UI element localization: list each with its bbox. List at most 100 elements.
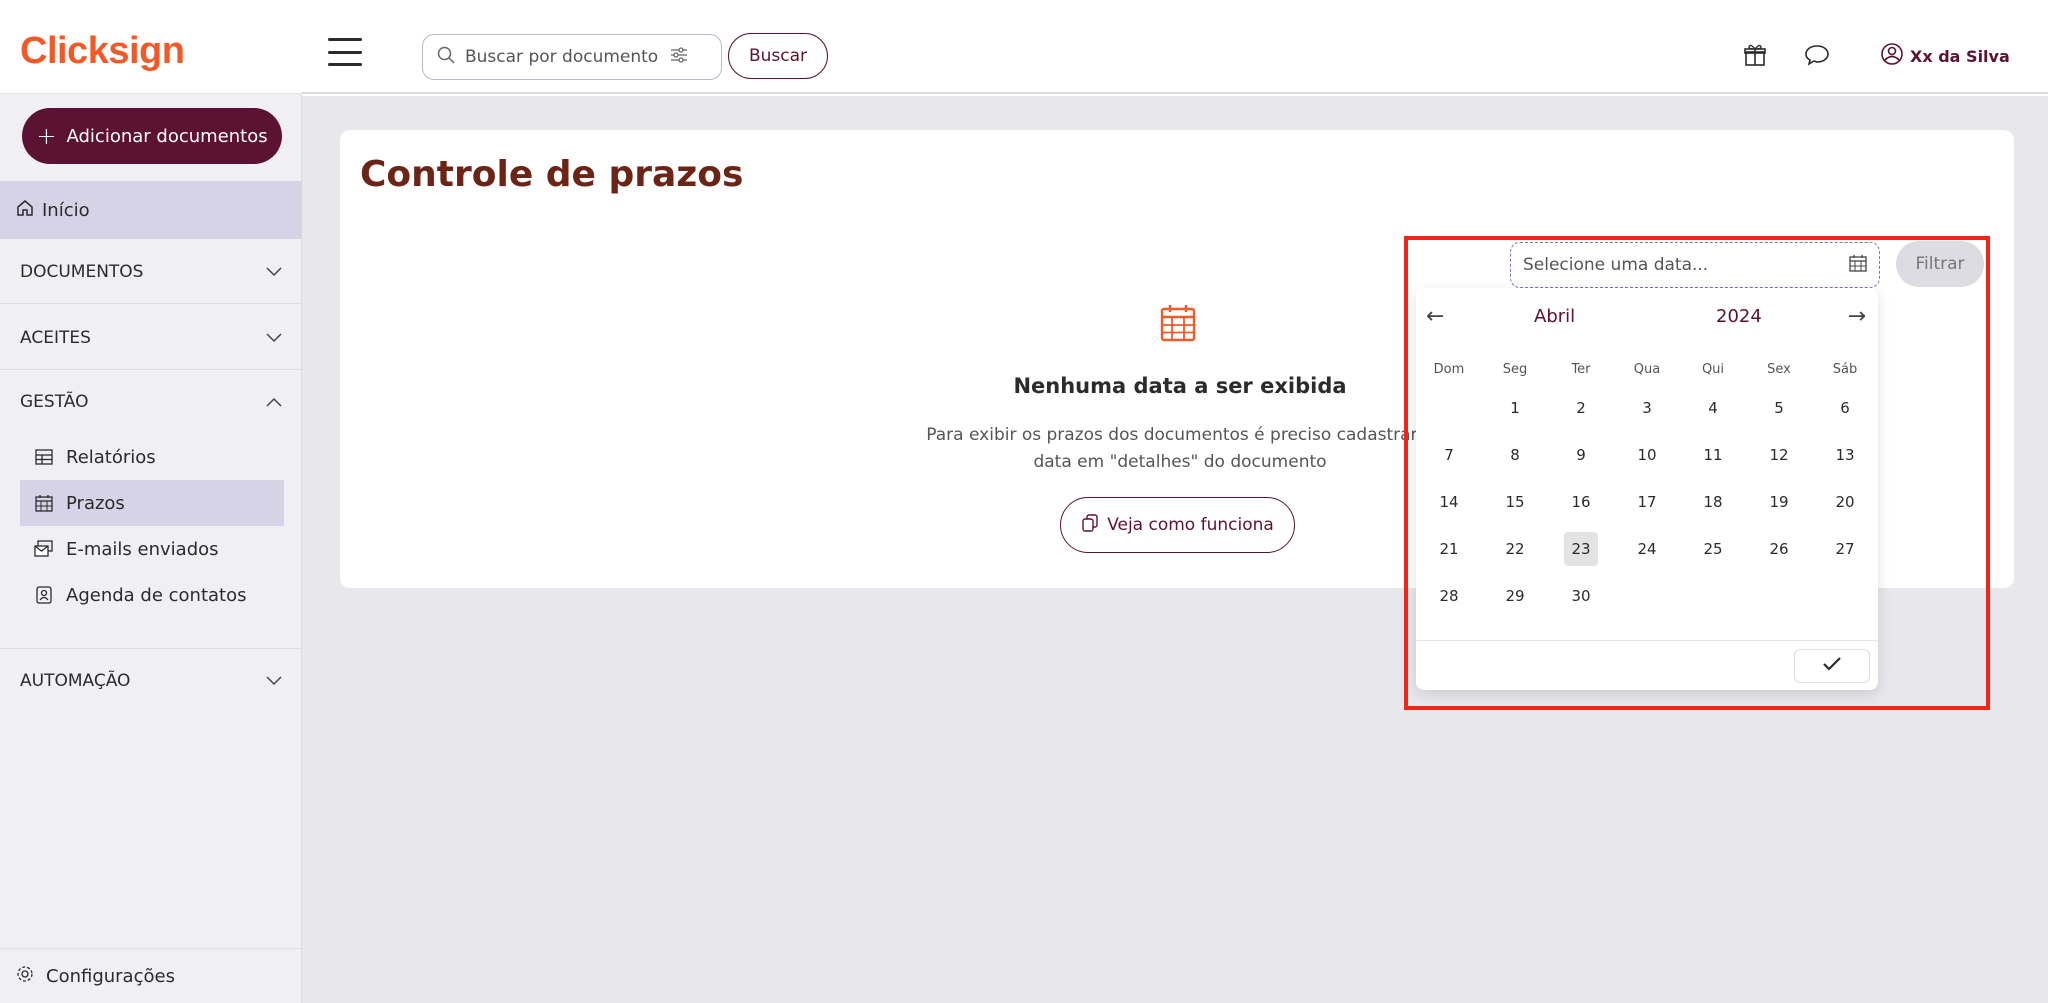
calendar-cell: 22 — [1482, 525, 1548, 572]
chat-icon[interactable] — [1802, 40, 1832, 70]
calendar-cell: 6 — [1812, 384, 1878, 431]
sidebar-item-inicio[interactable]: Início — [0, 181, 302, 239]
weekday-label: Qua — [1633, 361, 1661, 377]
calendar-cell: 29 — [1482, 572, 1548, 619]
help-button[interactable]: Veja como funciona — [1060, 497, 1295, 553]
date-input[interactable] — [1523, 255, 1823, 275]
sidebar-section-gestao[interactable]: GESTÃO — [0, 370, 302, 434]
calendar-day[interactable]: 22 — [1498, 532, 1532, 566]
calendar-cell: 23 — [1548, 525, 1614, 572]
calendar-cell: 13 — [1812, 431, 1878, 478]
calendar-cell: 7 — [1416, 431, 1482, 478]
calendar-cell: 19 — [1746, 478, 1812, 525]
sidebar-item-relatorios[interactable]: Relatórios — [20, 434, 284, 480]
mail-icon — [34, 539, 54, 559]
calendar-day[interactable]: 19 — [1762, 485, 1796, 519]
chevron-down-icon — [266, 328, 282, 348]
calendar-cell: 4 — [1680, 384, 1746, 431]
calendar-day[interactable]: 17 — [1630, 485, 1664, 519]
calendar-day[interactable]: 26 — [1762, 532, 1796, 566]
calendar-day[interactable]: 4 — [1696, 391, 1730, 425]
filter-icon[interactable] — [670, 46, 688, 68]
calendar-month[interactable]: Abril — [1534, 306, 1575, 327]
calendar-grid: Dom Seg Ter Qua Qui Sex Sáb 1 2 3 4 5 6 7 8 9 10 11 12 13 14… — [1416, 354, 1878, 619]
user-menu[interactable]: Xx da Silva — [1880, 42, 2010, 70]
calendar-day[interactable]: 9 — [1564, 438, 1598, 472]
sidebar-item-agenda-contatos[interactable]: Agenda de contatos — [20, 572, 284, 618]
calendar-day[interactable]: 28 — [1432, 579, 1466, 613]
calendar-day[interactable]: 16 — [1564, 485, 1598, 519]
search-button[interactable]: Buscar — [728, 33, 828, 79]
calendar-week: 7 8 9 10 11 12 13 — [1416, 431, 1878, 478]
calendar-day[interactable]: 30 — [1564, 579, 1598, 613]
calendar-day[interactable]: 10 — [1630, 438, 1664, 472]
plus-icon: + — [36, 122, 57, 150]
calendar-day[interactable]: 12 — [1762, 438, 1796, 472]
arrow-right-icon[interactable]: → — [1848, 304, 1866, 329]
calendar-week: 14 15 16 17 18 19 20 — [1416, 478, 1878, 525]
calendar-footer — [1416, 640, 1878, 690]
calendar-cell: 18 — [1680, 478, 1746, 525]
section-label: DOCUMENTOS — [20, 261, 144, 282]
calendar-day[interactable]: 15 — [1498, 485, 1532, 519]
chevron-up-icon — [266, 392, 282, 412]
calendar-day[interactable]: 14 — [1432, 485, 1466, 519]
confirm-button[interactable] — [1794, 649, 1870, 683]
sidebar-section-aceites[interactable]: ACEITES — [0, 306, 302, 370]
chevron-down-icon — [266, 262, 282, 282]
calendar-day[interactable]: 7 — [1432, 438, 1466, 472]
empty-state-line: Para exibir os prazos dos documentos é p… — [926, 425, 1434, 445]
sidebar-item-configuracoes[interactable]: Configurações — [0, 948, 302, 1003]
calendar-day[interactable]: 11 — [1696, 438, 1730, 472]
home-icon — [16, 199, 34, 222]
calendar-day[interactable]: 23 — [1564, 531, 1598, 566]
calendar-day[interactable]: 25 — [1696, 532, 1730, 566]
weekday-label: Sex — [1767, 361, 1791, 377]
calendar-day[interactable]: 24 — [1630, 532, 1664, 566]
calendar-cell: 27 — [1812, 525, 1878, 572]
calendar-week: 21 22 23 24 25 26 27 — [1416, 525, 1878, 572]
calendar-icon[interactable] — [1849, 254, 1867, 276]
calendar-day[interactable]: 29 — [1498, 579, 1532, 613]
weekday-row: Dom Seg Ter Qua Qui Sex Sáb — [1416, 354, 1878, 384]
calendar-day[interactable]: 6 — [1828, 391, 1862, 425]
section-label: GESTÃO — [20, 392, 89, 412]
calendar-day[interactable]: 8 — [1498, 438, 1532, 472]
calendar-day[interactable]: 1 — [1498, 391, 1532, 425]
sidebar-item-label: Início — [42, 199, 90, 221]
calendar-day[interactable]: 13 — [1828, 438, 1862, 472]
sidebar-item-label: Relatórios — [66, 446, 156, 468]
gift-icon[interactable] — [1740, 40, 1770, 70]
calendar-day[interactable]: 20 — [1828, 485, 1862, 519]
calendar-cell: 10 — [1614, 431, 1680, 478]
arrow-left-icon[interactable]: ← — [1426, 304, 1444, 329]
sidebar-section-documentos[interactable]: DOCUMENTOS — [0, 240, 302, 304]
weekday-label: Seg — [1502, 361, 1528, 377]
menu-icon[interactable] — [328, 38, 362, 66]
clicksign-logo[interactable]: Clicksign — [20, 30, 185, 73]
add-documents-button[interactable]: + Adicionar documentos — [22, 108, 282, 164]
calendar-day[interactable]: 2 — [1564, 391, 1598, 425]
calendar-cell: 12 — [1746, 431, 1812, 478]
calendar-day[interactable]: 18 — [1696, 485, 1730, 519]
search-icon — [437, 46, 455, 68]
calendar-day[interactable]: 5 — [1762, 391, 1796, 425]
calendar-day[interactable]: 21 — [1432, 532, 1466, 566]
filter-button[interactable]: Filtrar — [1896, 241, 1984, 287]
check-icon — [1822, 656, 1842, 676]
search-input[interactable] — [465, 47, 660, 67]
empty-state-line: data em "detalhes" do documento — [1033, 452, 1327, 473]
calendar-day[interactable]: 27 — [1828, 532, 1862, 566]
calendar-cell — [1680, 572, 1746, 619]
calendar-day[interactable]: 3 — [1630, 391, 1664, 425]
sidebar-item-prazos[interactable]: Prazos — [20, 480, 284, 526]
calendar-cell: 28 — [1416, 572, 1482, 619]
calendar-cell: 8 — [1482, 431, 1548, 478]
sidebar-section-automacao[interactable]: AUTOMAÇÃO — [0, 648, 302, 712]
sidebar-item-emails-enviados[interactable]: E-mails enviados — [20, 526, 284, 572]
sidebar-item-label: Agenda de contatos — [66, 584, 247, 606]
empty-state-title: Nenhuma data a ser exibida — [1013, 374, 1347, 398]
top-header: Buscar Xx da Silva — [302, 0, 2048, 94]
calendar-cell: 11 — [1680, 431, 1746, 478]
calendar-year[interactable]: 2024 — [1716, 306, 1762, 327]
